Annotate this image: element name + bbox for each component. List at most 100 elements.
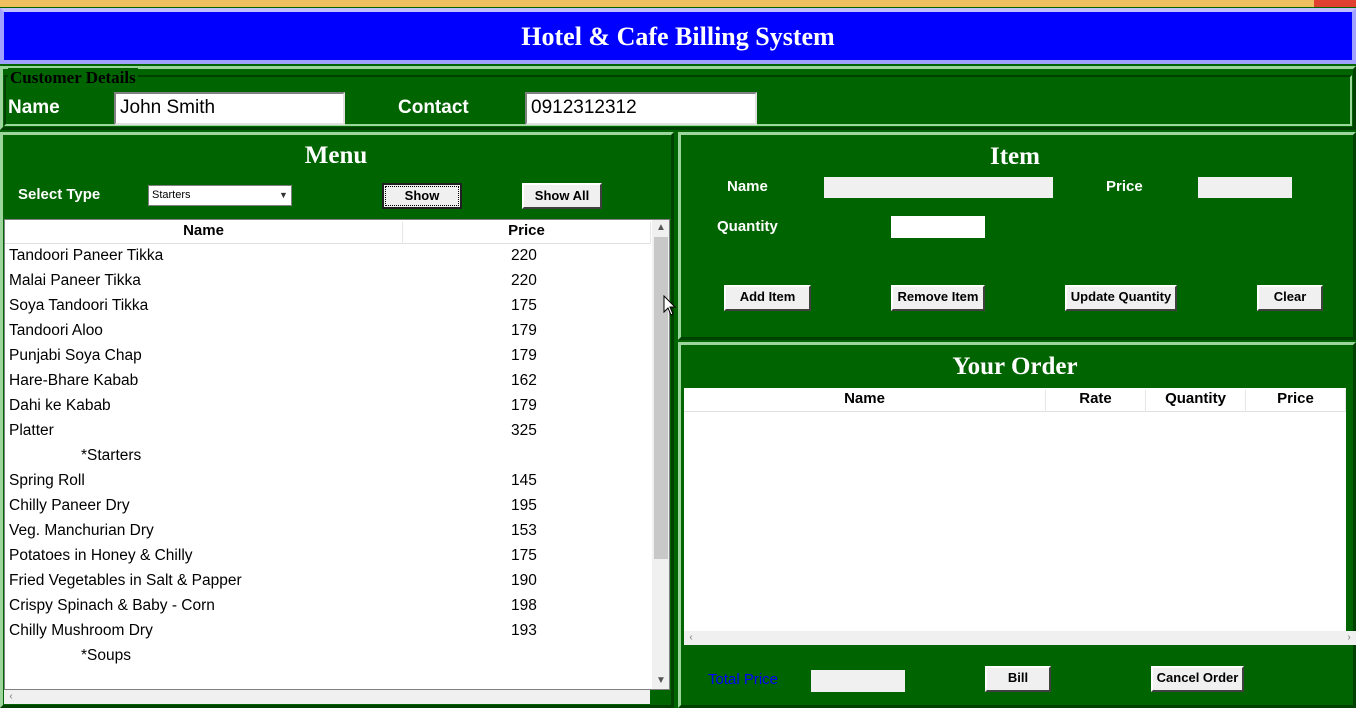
menu-item-name: Potatoes in Honey & Chilly xyxy=(9,547,193,564)
window-top-strip xyxy=(0,0,1356,7)
table-row[interactable]: Crispy Spinach & Baby - Corn 198 xyxy=(5,594,651,619)
customer-details-legend: Customer Details xyxy=(8,68,138,88)
menu-item-price: 220 xyxy=(511,272,537,289)
table-row[interactable]: Spring Roll 145 xyxy=(5,469,651,494)
menu-item-name: Soya Tandoori Tikka xyxy=(9,297,149,314)
customer-contact-label: Contact xyxy=(398,97,469,118)
menu-item-name: Tandoori Aloo xyxy=(9,322,103,339)
cancel-order-button[interactable]: Cancel Order xyxy=(1151,666,1244,692)
item-title: Item xyxy=(990,143,1040,170)
order-col-rate[interactable]: Rate xyxy=(1046,390,1146,412)
item-price-input[interactable] xyxy=(1198,177,1292,198)
menu-item-name: Dahi ke Kabab xyxy=(9,397,111,414)
arrow-down-icon[interactable]: ▼ xyxy=(652,674,669,688)
menu-group-row[interactable]: *Starters xyxy=(5,444,651,469)
menu-item-name: Crispy Spinach & Baby - Corn xyxy=(9,597,215,614)
table-row[interactable]: Platter 325 xyxy=(5,419,651,444)
menu-item-name: Hare-Bhare Kabab xyxy=(9,372,139,389)
menu-title: Menu xyxy=(304,142,368,169)
bill-button[interactable]: Bill xyxy=(985,666,1051,692)
menu-table[interactable]: Name Price Tandoori Paneer Tikka 220 Malai… xyxy=(4,219,670,690)
table-row[interactable]: Potatoes in Honey & Chilly 175 xyxy=(5,544,651,569)
menu-item-name: *Starters xyxy=(81,447,142,464)
order-col-price[interactable]: Price xyxy=(1246,390,1346,412)
select-type-value: Starters xyxy=(152,189,191,201)
order-title: Your Order xyxy=(952,353,1078,380)
order-col-name[interactable]: Name xyxy=(684,390,1046,412)
menu-item-price: 193 xyxy=(511,622,537,639)
menu-item-name: Fried Vegetables in Salt & Papper xyxy=(9,572,242,589)
select-type-dropdown[interactable]: Starters ▼ xyxy=(148,185,292,206)
menu-col-name[interactable]: Name xyxy=(5,222,403,244)
menu-item-price: 198 xyxy=(511,597,537,614)
total-price-label: Total Price xyxy=(708,671,779,688)
menu-group-row[interactable]: *Soups xyxy=(5,644,651,669)
arrow-left-icon[interactable]: ‹ xyxy=(684,631,698,645)
table-row[interactable]: Malai Paneer Tikka 220 xyxy=(5,269,651,294)
customer-contact-input[interactable]: 0912312312 xyxy=(525,92,757,125)
show-all-button[interactable]: Show All xyxy=(522,183,602,209)
menu-item-name: Veg. Manchurian Dry xyxy=(9,522,154,539)
menu-item-name: Spring Roll xyxy=(9,472,85,489)
menu-item-price: 153 xyxy=(511,522,537,539)
menu-item-price: 175 xyxy=(511,297,537,314)
item-price-label: Price xyxy=(1106,178,1143,195)
order-horizontal-scrollbar[interactable]: ‹ › xyxy=(684,631,1356,645)
table-row[interactable]: Hare-Bhare Kabab 162 xyxy=(5,369,651,394)
chevron-down-icon: ▼ xyxy=(279,190,288,200)
menu-item-price: 175 xyxy=(511,547,537,564)
order-table[interactable]: Name Rate Quantity Price xyxy=(684,388,1346,631)
customer-name-label: Name xyxy=(8,97,60,118)
table-row[interactable]: Fried Vegetables in Salt & Papper 190 xyxy=(5,569,651,594)
menu-item-name: Chilly Mushroom Dry xyxy=(9,622,153,639)
menu-item-name: Tandoori Paneer Tikka xyxy=(9,247,164,264)
menu-scroll-thumb[interactable] xyxy=(654,237,668,559)
add-item-button[interactable]: Add Item xyxy=(724,285,811,311)
menu-item-name: Platter xyxy=(9,422,54,439)
menu-item-name: *Soups xyxy=(81,647,131,664)
update-quantity-button[interactable]: Update Quantity xyxy=(1065,285,1177,311)
table-row[interactable]: Veg. Manchurian Dry 153 xyxy=(5,519,651,544)
table-row[interactable]: Tandoori Paneer Tikka 220 xyxy=(5,244,651,269)
menu-item-name: Punjabi Soya Chap xyxy=(9,347,142,364)
menu-horizontal-scrollbar[interactable]: ‹ xyxy=(4,690,650,704)
menu-col-price[interactable]: Price xyxy=(403,222,651,244)
table-row[interactable]: Soya Tandoori Tikka 175 xyxy=(5,294,651,319)
item-name-input[interactable] xyxy=(824,177,1053,198)
total-price-input[interactable] xyxy=(811,670,905,692)
mouse-cursor-icon xyxy=(663,295,677,316)
item-quantity-label: Quantity xyxy=(717,218,778,235)
table-row[interactable]: Dahi ke Kabab 179 xyxy=(5,394,651,419)
menu-table-header: Name Price xyxy=(5,220,651,244)
order-table-header: Name Rate Quantity Price xyxy=(684,388,1346,412)
menu-vertical-scrollbar[interactable]: ▲ ▼ xyxy=(652,220,669,689)
clear-button[interactable]: Clear xyxy=(1257,285,1323,311)
menu-item-price: 179 xyxy=(511,322,537,339)
app-title: Hotel & Cafe Billing System xyxy=(521,22,835,51)
menu-item-price: 220 xyxy=(511,247,537,264)
table-row[interactable]: Punjabi Soya Chap 179 xyxy=(5,344,651,369)
title-bar: Hotel & Cafe Billing System xyxy=(0,8,1356,64)
menu-item-price: 195 xyxy=(511,497,537,514)
menu-item-price: 179 xyxy=(511,397,537,414)
remove-item-button[interactable]: Remove Item xyxy=(891,285,985,311)
table-row[interactable]: Chilly Mushroom Dry 193 xyxy=(5,619,651,644)
arrow-left-icon[interactable]: ‹ xyxy=(4,690,18,704)
order-col-quantity[interactable]: Quantity xyxy=(1146,390,1246,412)
menu-item-name: Chilly Paneer Dry xyxy=(9,497,130,514)
select-type-label: Select Type xyxy=(18,186,101,203)
menu-item-price: 190 xyxy=(511,572,537,589)
menu-item-price: 145 xyxy=(511,472,537,489)
show-button[interactable]: Show xyxy=(382,183,462,209)
table-row[interactable]: Chilly Paneer Dry 195 xyxy=(5,494,651,519)
table-row[interactable]: Tandoori Aloo 179 xyxy=(5,319,651,344)
arrow-right-icon[interactable]: › xyxy=(1342,631,1356,645)
item-name-label: Name xyxy=(727,178,768,195)
item-quantity-input[interactable] xyxy=(891,216,985,238)
customer-name-input[interactable]: John Smith xyxy=(114,92,345,125)
menu-item-price: 179 xyxy=(511,347,537,364)
window-close-button[interactable] xyxy=(1314,0,1356,7)
menu-item-price: 325 xyxy=(511,422,537,439)
menu-item-name: Malai Paneer Tikka xyxy=(9,272,141,289)
arrow-up-icon[interactable]: ▲ xyxy=(652,221,669,235)
